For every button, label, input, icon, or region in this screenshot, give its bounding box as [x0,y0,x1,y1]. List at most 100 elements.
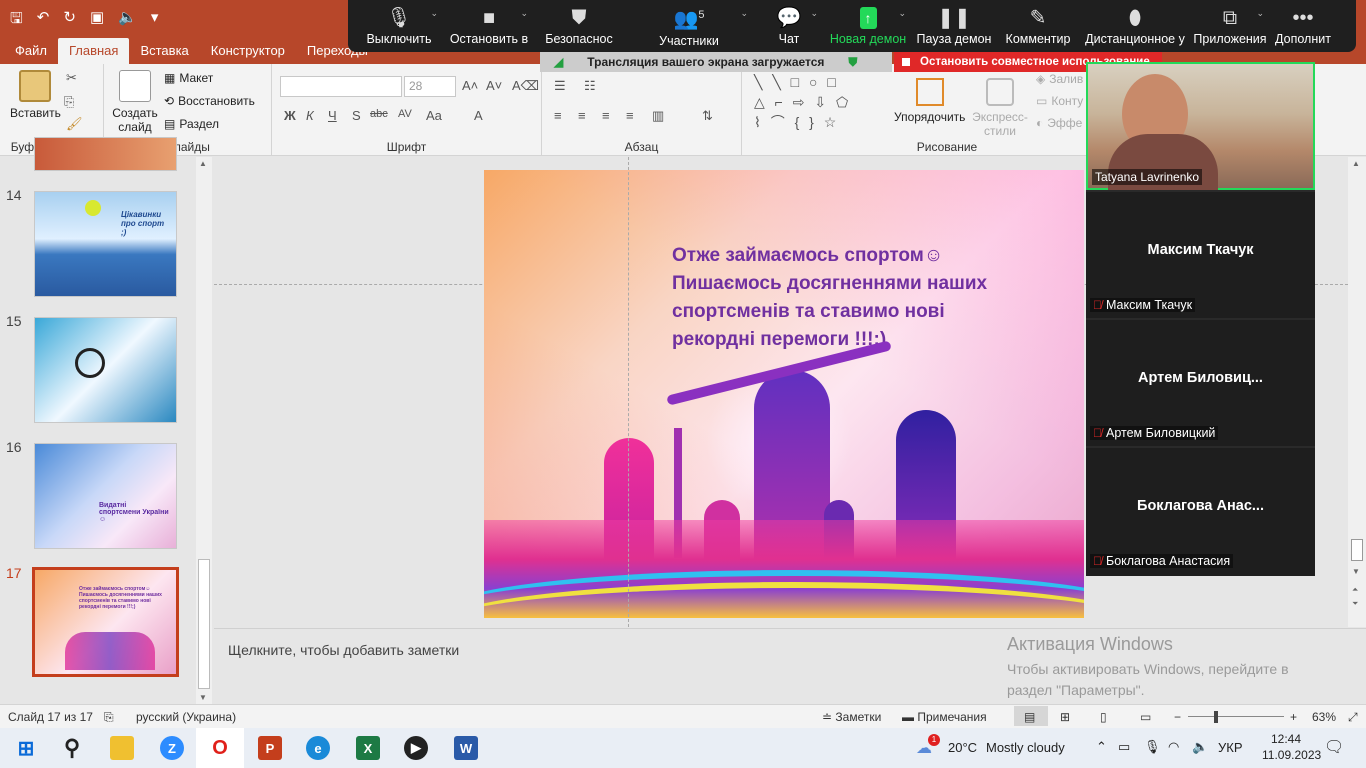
comments-button[interactable]: ▬ Примечания [902,710,987,724]
redo-icon[interactable]: ↻ [63,8,76,33]
paste-button[interactable]: Вставить [10,70,61,120]
chevron-down-icon[interactable]: ⌄ [898,8,906,19]
language-indicator[interactable]: УКР [1218,740,1243,755]
word-icon[interactable]: W [454,736,478,760]
weather-temp[interactable]: 20°C [948,740,977,755]
bullets-icon[interactable]: ☰ [554,78,566,94]
chevron-down-icon[interactable]: ⌄ [520,8,528,19]
reading-view-icon[interactable]: ▯ [1100,710,1107,724]
numbering-icon[interactable]: ☷ [584,78,596,94]
scroll-up-icon[interactable]: ▲ [199,159,207,168]
save-icon[interactable]: 🖫 [10,8,23,33]
edge-icon[interactable]: e [306,736,330,760]
powerpoint-icon[interactable]: P [258,736,282,760]
thumbnail-scrollbar[interactable]: ▲ ▼ [196,157,212,704]
participant-tile[interactable]: Артем Биловиц... 🎙̸ Артем Биловицкий [1086,318,1315,444]
new-slide-button[interactable]: Создать слайд [112,70,158,134]
fit-slide-icon[interactable]: ⤢ [1348,710,1358,725]
bold-button[interactable]: Ж [284,108,296,123]
opera-icon[interactable]: O [208,736,232,760]
chevron-down-icon[interactable]: ⌄ [430,8,438,19]
clear-format-icon[interactable]: A⌫ [512,78,539,94]
language-indicator[interactable]: русский (Украина) [136,710,236,724]
font-size-select[interactable]: 28 [404,76,456,97]
file-explorer-icon[interactable] [110,736,134,760]
font-family-select[interactable] [280,76,402,97]
zoom-level[interactable]: 63% [1312,710,1336,724]
slide-thumbnail-15[interactable] [34,317,177,423]
zoom-app-icon[interactable]: Z [160,736,184,760]
more-button[interactable]: ••• Дополнит [1270,0,1336,52]
media-player-icon[interactable]: ▶ [404,736,428,760]
layout-button[interactable]: ▦ Макет [164,71,213,85]
excel-icon[interactable]: X [356,736,380,760]
copy-icon[interactable]: ⎘ [64,94,74,110]
zoom-slider[interactable] [1188,716,1284,717]
scroll-up-icon[interactable]: ▲ [1352,159,1360,168]
tab-design[interactable]: Конструктор [200,38,296,64]
pause-share-button[interactable]: ❚❚ Пауза демон [912,0,996,52]
columns-icon[interactable]: ▥ [652,108,664,124]
chevron-down-icon[interactable]: ⌄ [810,8,818,19]
reset-button[interactable]: ⟲ Восстановить [164,94,255,108]
zoom-out-icon[interactable]: − [1174,710,1181,724]
participant-video[interactable]: Tatyana Lavrinenko [1086,62,1315,190]
slide-thumbnail-17[interactable]: Отже займаємось спортом☺ Пишаємось досяг… [32,567,179,677]
spacing-button[interactable]: AV [398,108,412,120]
weather-desc[interactable]: Mostly cloudy [986,740,1065,755]
spellcheck-icon[interactable]: ⎘ [104,710,114,725]
scroll-thumb[interactable] [198,559,210,689]
grow-font-icon[interactable]: A˄ [462,78,478,93]
slide-thumbnail-16[interactable]: Видатні спортсмени України ☺ [34,443,177,549]
remote-control-button[interactable]: ⬮ Дистанционное у [1080,0,1190,52]
shrink-font-icon[interactable]: A˅ [486,78,502,93]
case-button[interactable]: Aa [426,108,442,123]
annotate-button[interactable]: ✎ Комментир [996,0,1080,52]
scroll-down-icon[interactable]: ▼ [1352,567,1360,576]
more-icon[interactable]: ▾ [151,8,159,33]
undo-icon[interactable]: ↶ [37,8,50,33]
wifi-icon[interactable]: ◠ [1168,739,1179,755]
slide-text-box[interactable]: Отже займаємось спортом☺ Пишаємось досяг… [672,242,1032,354]
underline-button[interactable]: Ч [328,108,337,123]
tab-insert[interactable]: Вставка [129,38,199,64]
mute-button[interactable]: 🎙 Выключить ⌄ [354,0,444,52]
text-direction-icon[interactable]: ⇅ [702,108,713,124]
shadow-button[interactable]: S [352,108,361,123]
scissors-icon[interactable]: ✂ [66,70,77,86]
chevron-up-icon[interactable]: ⌃ [1096,739,1107,755]
font-color-button[interactable]: A [474,108,483,123]
chevron-down-icon[interactable]: ⌄ [740,8,748,19]
scroll-thumb[interactable] [1351,539,1363,561]
slide-thumbnail-13[interactable] [34,137,177,171]
security-button[interactable]: ⛊ Безопаснос [534,0,624,52]
slideshow-icon[interactable]: ▣ [90,8,104,33]
windows-start-icon[interactable]: ⊞ [14,736,38,760]
search-icon[interactable]: ⚲ [60,735,84,760]
align-center-icon[interactable]: ≡ [578,108,586,123]
justify-icon[interactable]: ≡ [626,108,634,123]
notifications-icon[interactable]: 🗨 [1324,737,1344,757]
participants-button[interactable]: 👥5 Участники ⌄ [624,0,754,52]
align-left-icon[interactable]: ≡ [554,108,562,123]
current-slide[interactable]: Отже займаємось спортом☺ Пишаємось досяг… [484,170,1084,618]
zoom-in-icon[interactable]: + [1290,710,1297,724]
shape-outline-button[interactable]: ▭ Конту [1036,94,1083,108]
shape-effects-button[interactable]: ◐ Эффе [1036,116,1082,130]
align-right-icon[interactable]: ≡ [602,108,610,123]
strikethrough-button[interactable]: abc [370,108,388,120]
quick-styles-button[interactable]: Экспресс-стили [970,78,1030,138]
mic-icon[interactable]: 🎙 [1144,739,1161,755]
slideshow-view-icon[interactable]: ▭ [1140,710,1151,724]
participant-tile[interactable]: Боклагова Анас... 🎙̸ Боклагова Анастасия [1086,446,1315,572]
stop-video-button[interactable]: ■ Остановить в ⌄ [444,0,534,52]
prev-slide-icon[interactable]: ⏶ [1352,585,1358,595]
battery-icon[interactable]: ▭ [1118,739,1130,755]
slide-scrollbar[interactable]: ▲ ▼ ⏶ ⏷ [1348,157,1366,627]
speaker-icon[interactable]: 🔈 [118,8,137,33]
next-slide-icon[interactable]: ⏷ [1352,599,1358,609]
apps-button[interactable]: ⧉ Приложения ⌄ [1190,0,1270,52]
clock[interactable]: 12:44 11.09.2023 [1262,732,1321,762]
shape-fill-button[interactable]: ◈ Залив [1036,72,1083,86]
volume-icon[interactable]: 🔈 [1192,739,1208,755]
